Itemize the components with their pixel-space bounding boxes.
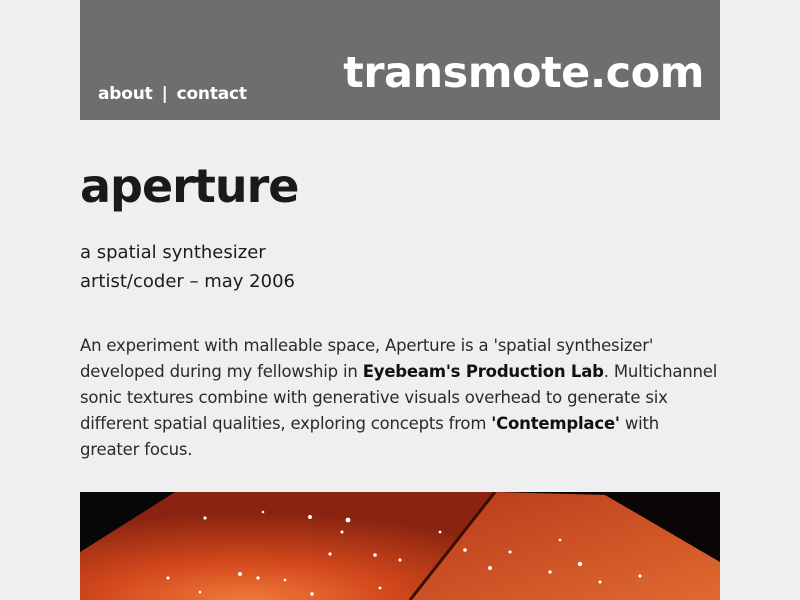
eyebeam-link[interactable]: Eyebeam's Production Lab <box>363 362 604 381</box>
main-nav: about | contact <box>98 84 247 104</box>
page-title: aperture <box>80 159 299 213</box>
nav-about-link[interactable]: about <box>98 84 153 104</box>
site-header: about | contact transmote.com <box>80 0 720 120</box>
nav-separator: | <box>161 84 168 104</box>
project-role-date: artist/coder – may 2006 <box>80 271 295 292</box>
project-subtitle: a spatial synthesizer <box>80 242 266 263</box>
page-container: about | contact transmote.com aperture a s… <box>80 0 720 600</box>
hero-image-graphic <box>80 492 720 600</box>
project-description: An experiment with malleable space, Aper… <box>80 333 720 463</box>
project-hero-image <box>80 492 720 600</box>
contemplace-link[interactable]: 'Contemplace' <box>491 414 620 433</box>
project-subtitle-block: a spatial synthesizer artist/coder – may… <box>80 238 295 296</box>
nav-contact-link[interactable]: contact <box>177 84 247 104</box>
site-logo-link[interactable]: transmote.com <box>343 52 704 95</box>
